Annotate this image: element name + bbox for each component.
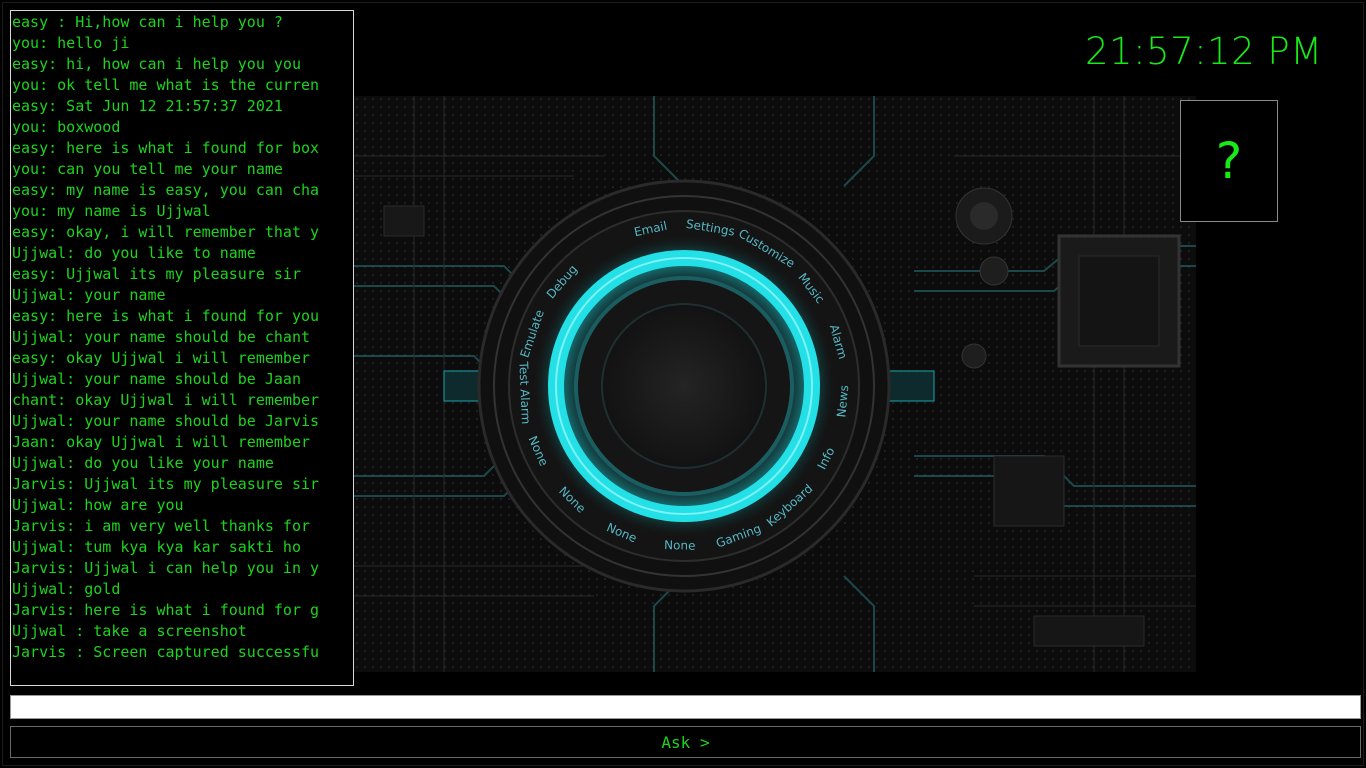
avatar-placeholder-icon: ? — [1215, 132, 1243, 190]
radial-menu-item[interactable]: None — [664, 538, 696, 553]
chat-line: you: hello ji — [12, 34, 130, 52]
chat-line: Jarvis: Ujjwal its my pleasure sir — [12, 475, 320, 493]
chat-line: you: ok tell me what is the curren — [12, 76, 320, 94]
chat-line: Ujjwal: do you like to name — [12, 244, 256, 262]
ask-button[interactable]: Ask > — [10, 726, 1361, 758]
chat-line: easy: okay, i will remember that y — [12, 223, 320, 241]
chat-line: chant: okay Ujjwal i will remember — [12, 391, 320, 409]
chat-line: easy: Ujjwal its my pleasure sir — [12, 265, 301, 283]
chat-history-panel[interactable]: easy : Hi,how can i help you ? you: hello… — [10, 10, 354, 686]
chat-line: Ujjwal: gold — [12, 580, 121, 598]
chat-line: Ujjwal: your name — [12, 286, 166, 304]
chat-line: Ujjwal: your name should be Jaan — [12, 370, 301, 388]
radial-menu-item[interactable]: Test Alarm — [516, 360, 533, 424]
chat-line: Ujjwal: tum kya kya kar sakti ho — [12, 538, 301, 556]
chat-line: Ujjwal: your name should be Jarvis — [12, 412, 320, 430]
chat-lines: easy : Hi,how can i help you ? you: hello… — [11, 11, 353, 663]
chat-line: Jarvis : Screen captured successfu — [12, 643, 320, 661]
chat-line: Jarvis: here is what i found for g — [12, 601, 320, 619]
chat-line: Jarvis: i am very well thanks for — [12, 517, 311, 535]
chat-line: you: boxwood — [12, 118, 121, 136]
clock-display: 21:57:12 PM — [1085, 30, 1323, 73]
hud-background-image: Email Settings CustomizeMusicAlarmNewsInfo… — [354, 96, 1196, 672]
chat-line: easy: okay Ujjwal i will remember — [12, 349, 311, 367]
chat-line: easy: Sat Jun 12 21:57:37 2021 — [12, 97, 283, 115]
chat-line: you: can you tell me your name — [12, 160, 283, 178]
chat-line: Ujjwal: do you like your name — [12, 454, 274, 472]
chat-line: easy: my name is easy, you can cha — [12, 181, 320, 199]
chat-line: Ujjwal: your name should be chant — [12, 328, 311, 346]
chat-line: Jarvis: Ujjwal i can help you in y — [12, 559, 320, 577]
chat-line: Ujjwal : take a screenshot — [12, 622, 247, 640]
query-input[interactable] — [10, 695, 1361, 719]
chat-line: you: my name is Ujjwal — [12, 202, 211, 220]
chat-line: easy: here is what i found for box — [12, 139, 320, 157]
chat-line: easy : Hi,how can i help you ? — [12, 13, 283, 31]
chat-line: easy: hi, how can i help you you — [12, 55, 301, 73]
chat-line: easy: here is what i found for you — [12, 307, 320, 325]
avatar-frame: ? — [1180, 100, 1278, 222]
chat-line: Ujjwal: how are you — [12, 496, 184, 514]
chat-line: Jaan: okay Ujjwal i will remember — [12, 433, 311, 451]
